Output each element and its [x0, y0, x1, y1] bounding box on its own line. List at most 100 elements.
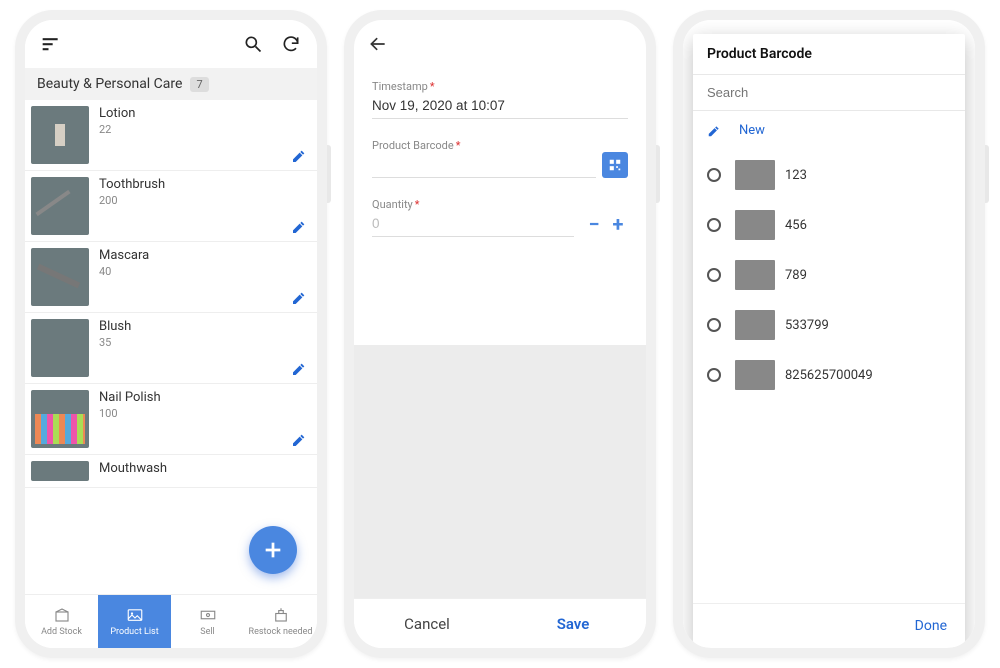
decrement-button[interactable]: − — [584, 214, 604, 234]
option-list: 123 456 789 533799 — [693, 150, 965, 603]
tab-sell[interactable]: Sell — [171, 595, 244, 648]
option-thumbnail — [735, 160, 775, 190]
tab-label: Sell — [200, 627, 215, 637]
option-code: 825625700049 — [785, 368, 873, 383]
option-thumbnail — [735, 310, 775, 340]
phone-add-stock-form: Timestamp* Product Barcode* Quantity* — [344, 10, 656, 658]
barcode-field: Product Barcode* — [372, 139, 628, 178]
barcode-option[interactable]: 533799 — [693, 300, 965, 350]
barcode-label: Product Barcode — [372, 139, 454, 152]
tab-label: Restock needed — [249, 627, 313, 637]
category-title: Beauty & Personal Care — [37, 76, 182, 92]
product-name: Nail Polish — [99, 390, 317, 405]
product-name: Mascara — [99, 248, 317, 263]
timestamp-field: Timestamp* — [372, 80, 628, 119]
form-actions: Cancel Save — [354, 598, 646, 648]
option-code: 789 — [785, 268, 807, 283]
barcode-option[interactable]: 825625700049 — [693, 350, 965, 400]
edit-icon[interactable] — [291, 219, 307, 235]
plus-icon — [262, 539, 284, 561]
required-marker: * — [456, 139, 461, 152]
barcode-option[interactable]: 123 — [693, 150, 965, 200]
required-marker: * — [415, 198, 420, 211]
product-qty: 40 — [99, 265, 317, 278]
product-qty: 22 — [99, 123, 317, 136]
edit-icon[interactable] — [291, 361, 307, 377]
list-item[interactable]: Mascara 40 — [25, 242, 317, 313]
tab-label: Product List — [110, 627, 158, 637]
timestamp-label: Timestamp — [372, 80, 428, 93]
product-name: Lotion — [99, 106, 317, 121]
refresh-icon[interactable] — [281, 34, 301, 54]
edit-icon[interactable] — [291, 148, 307, 164]
new-option-button[interactable]: New — [693, 111, 965, 150]
scan-barcode-button[interactable] — [602, 152, 628, 178]
edit-icon[interactable] — [291, 432, 307, 448]
barcode-option[interactable]: 456 — [693, 200, 965, 250]
form-spacer — [354, 345, 646, 598]
form-top-bar — [354, 20, 646, 68]
option-code: 123 — [785, 168, 807, 183]
tab-product-list[interactable]: Product List — [98, 595, 171, 648]
product-thumbnail — [31, 390, 89, 448]
product-qty: 200 — [99, 194, 317, 207]
product-qty: 35 — [99, 336, 317, 349]
required-marker: * — [430, 80, 435, 93]
bottom-tabs: Add Stock Product List Sell Restock need… — [25, 594, 317, 648]
barcode-option[interactable]: 789 — [693, 250, 965, 300]
category-header[interactable]: Beauty & Personal Care 7 — [25, 68, 317, 100]
quantity-label: Quantity — [372, 198, 413, 211]
box-icon — [53, 606, 71, 624]
option-code: 533799 — [785, 318, 829, 333]
tab-add-stock[interactable]: Add Stock — [25, 595, 98, 648]
edit-icon[interactable] — [291, 290, 307, 306]
menu-icon[interactable] — [41, 34, 61, 54]
tab-restock[interactable]: Restock needed — [244, 595, 317, 648]
picker-modal: Product Barcode New 123 456 — [683, 20, 975, 648]
product-thumbnail — [31, 319, 89, 377]
tab-label: Add Stock — [41, 627, 82, 637]
top-bar — [25, 20, 317, 68]
restock-icon — [272, 606, 290, 624]
product-thumbnail — [31, 106, 89, 164]
search-icon[interactable] — [243, 34, 263, 54]
list-item[interactable]: Nail Polish 100 — [25, 384, 317, 455]
timestamp-input[interactable] — [372, 93, 628, 119]
add-fab-button[interactable] — [249, 526, 297, 574]
save-button[interactable]: Save — [500, 599, 646, 648]
list-item[interactable]: Lotion 22 — [25, 100, 317, 171]
radio-icon[interactable] — [707, 268, 721, 282]
radio-icon[interactable] — [707, 218, 721, 232]
new-label: New — [739, 123, 765, 138]
quantity-input[interactable] — [372, 211, 574, 237]
product-name: Blush — [99, 319, 317, 334]
qr-icon — [608, 158, 622, 172]
list-item[interactable]: Mouthwash — [25, 455, 317, 488]
product-qty: 100 — [99, 407, 317, 420]
radio-icon[interactable] — [707, 368, 721, 382]
product-name: Mouthwash — [99, 461, 317, 476]
product-thumbnail — [31, 461, 89, 481]
list-item[interactable]: Blush 35 — [25, 313, 317, 384]
edit-icon — [707, 124, 721, 138]
option-code: 456 — [785, 218, 807, 233]
back-arrow-icon[interactable] — [368, 34, 388, 54]
quantity-field: Quantity* − + — [372, 198, 628, 237]
option-thumbnail — [735, 210, 775, 240]
phone-product-list: Beauty & Personal Care 7 Lotion 22 Tooth… — [15, 10, 327, 658]
product-thumbnail — [31, 177, 89, 235]
list-item[interactable]: Toothbrush 200 — [25, 171, 317, 242]
increment-button[interactable]: + — [608, 214, 628, 234]
product-list: Lotion 22 Toothbrush 200 Mascara 40 — [25, 100, 317, 594]
search-input[interactable] — [693, 75, 965, 111]
form-body: Timestamp* Product Barcode* Quantity* — [354, 68, 646, 345]
barcode-input[interactable] — [372, 152, 596, 178]
option-thumbnail — [735, 360, 775, 390]
done-button[interactable]: Done — [693, 603, 965, 648]
cancel-button[interactable]: Cancel — [354, 599, 500, 648]
product-name: Toothbrush — [99, 177, 317, 192]
option-thumbnail — [735, 260, 775, 290]
radio-icon[interactable] — [707, 168, 721, 182]
radio-icon[interactable] — [707, 318, 721, 332]
cash-icon — [199, 606, 217, 624]
